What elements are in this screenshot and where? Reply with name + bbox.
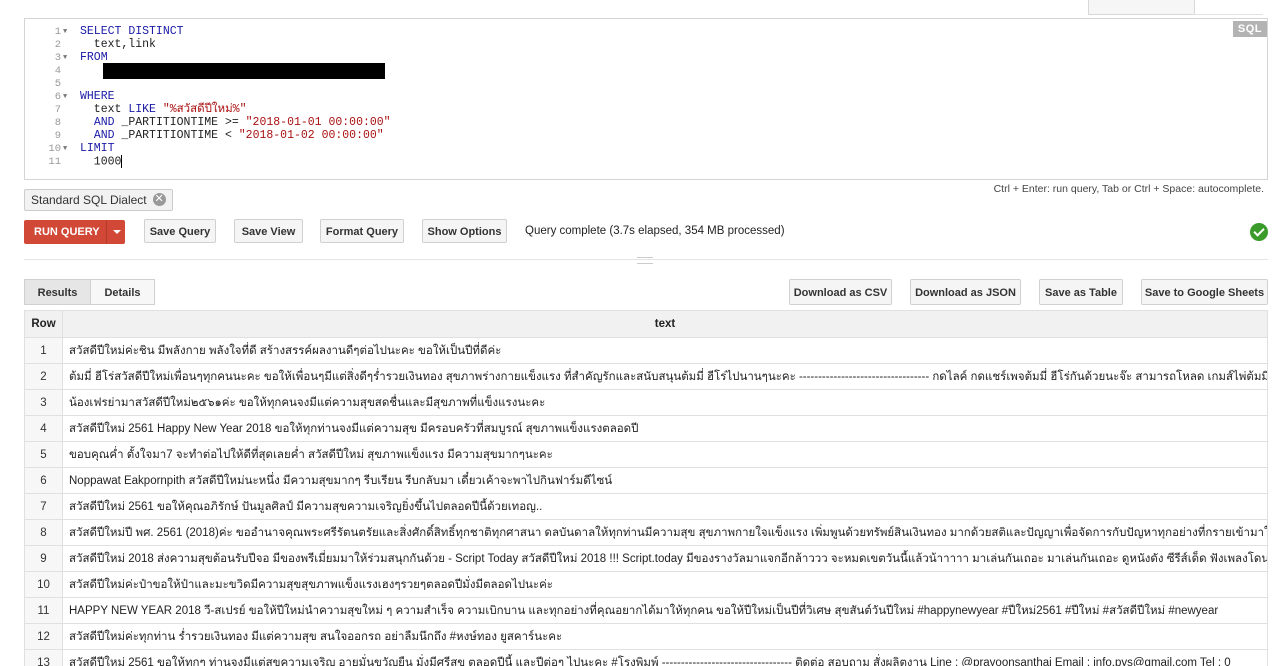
row-number: 9 [24,545,63,572]
table-row[interactable]: 5 ขอบคุณค่ำ ตั้งใจมา7 จะทำต่อไปให้ดีที่สุ… [24,441,1268,468]
table-header-row: Row text [24,310,1268,338]
run-query-button[interactable]: RUN QUERY [24,220,125,244]
sql-badge: SQL [1232,21,1267,37]
row-number: 2 [24,363,63,390]
line-number: 2 [54,39,61,51]
show-options-button[interactable]: Show Options [422,219,507,243]
format-query-button[interactable]: Format Query [320,219,404,243]
save-view-button[interactable]: Save View [234,219,303,243]
chevron-down-icon[interactable] [106,220,126,244]
code-text: LIMIT [80,142,115,155]
code-text: AND _PARTITIONTIME < "2018-01-02 00:00:0… [93,129,384,142]
row-number: 10 [24,571,63,598]
code-text: WHERE [80,90,115,103]
top-input-stub [1088,0,1195,15]
table-row[interactable]: 4 สวัสดีปีใหม่ 2561 Happy New Year 2018 ข… [24,415,1268,442]
dialect-chip-label: Standard SQL Dialect [31,193,147,207]
query-editor[interactable]: SQL 1 ▼ SELECT DISTINCT 2 text,link 3 ▼ FROM 4 5… [24,18,1268,180]
row-text: สวัสดีปีใหม่ 2561 ขอให้คุณอภิรักษ์ ปันมู… [62,493,1268,520]
line-number: 7 [54,104,61,116]
line-number: 3 [54,52,61,64]
fold-arrow-icon[interactable]: ▼ [63,25,67,39]
code-text [103,63,385,79]
header-row[interactable]: Row [24,310,63,338]
download-csv-button[interactable]: Download as CSV [789,279,892,305]
table-row[interactable]: 13 สวัสดีปีใหม่ 2561 ขอให้ทุกๆ ท่านจงมีแต… [24,649,1268,666]
row-number: 13 [24,649,63,666]
row-text: ต้มมี่ ฮีโร่สวัสดีปีใหม่เพื่อนๆทุกคนนะคะ… [62,363,1268,390]
row-text: Noppawat Eakpornpith สวัสดีปีใหม่นะหนึ่ง… [62,467,1268,494]
table-row[interactable]: 8 สวัสดีปีใหม่ปี พศ. 2561 (2018)ค่ะ ขออำน… [24,519,1268,546]
row-text: ขอบคุณค่ำ ตั้งใจมา7 จะทำต่อไปให้ดีที่สุด… [62,441,1268,468]
row-number: 11 [24,597,63,624]
line-number: 6 [54,91,61,103]
tab-details[interactable]: Details [90,279,155,305]
tab-results[interactable]: Results [24,279,91,305]
table-row[interactable]: 7 สวัสดีปีใหม่ 2561 ขอให้คุณอภิรักษ์ ปันม… [24,493,1268,520]
row-text: สวัสดีปีใหม่ 2018 ส่งความสุขต้อนรับปีจอ … [62,545,1268,572]
row-text: สวัสดีปีใหม่ค่ะป๋าขอให้ป๋าและมะขวิดมีควา… [62,571,1268,598]
download-json-button[interactable]: Download as JSON [910,279,1021,305]
results-table-container: Row text 1 สวัสดีปีใหม่ค่ะชิน มีพลังกาย พ… [24,310,1268,666]
keyboard-hint: Ctrl + Enter: run query, Tab or Ctrl + S… [993,183,1264,195]
fold-arrow-icon[interactable]: ▼ [63,142,67,156]
table-row[interactable]: 6 Noppawat Eakpornpith สวัสดีปีใหม่นะหนึ่… [24,467,1268,494]
row-number: 3 [24,389,63,416]
line-number: 10 [48,143,61,155]
row-number: 4 [24,415,63,442]
top-divider-stub [1193,0,1263,15]
save-as-table-button[interactable]: Save as Table [1039,279,1123,305]
line-number: 5 [54,78,61,90]
row-text: สวัสดีปีใหม่ 2561 Happy New Year 2018 ขอ… [62,415,1268,442]
table-row[interactable]: 1 สวัสดีปีใหม่ค่ะชิน มีพลังกาย พลังใจที่ด… [24,337,1268,364]
close-icon[interactable]: ✕ [152,193,166,207]
code-text: text,link [80,38,156,51]
row-text: สวัสดีปีใหม่ 2561 ขอให้ทุกๆ ท่านจงมีแต่ส… [62,649,1268,666]
code-text: text LIKE "%สวัสดีปีใหม่%" [80,103,247,116]
code-text: SELECT DISTINCT [80,25,184,38]
results-table: Row text 1 สวัสดีปีใหม่ค่ะชิน มีพลังกาย พ… [24,310,1268,666]
redacted-table-name [103,63,385,79]
save-query-button[interactable]: Save Query [144,219,216,243]
row-number: 8 [24,519,63,546]
row-number: 12 [24,623,63,650]
query-status: Query complete (3.7s elapsed, 354 MB pro… [525,225,785,237]
row-text: น้องเฟรย่ามาสวัสดีปีใหม่๒๕๖๑ค่ะ ขอให้ทุก… [62,389,1268,416]
line-number: 4 [54,65,61,77]
row-text: สวัสดีปีใหม่ค่ะทุกท่าน ร่ำรวยเงินทอง มีแ… [62,623,1268,650]
row-number: 1 [24,337,63,364]
table-row[interactable]: 10 สวัสดีปีใหม่ค่ะป๋าขอให้ป๋าและมะขวิดมีค… [24,571,1268,598]
table-row[interactable]: 9 สวัสดีปีใหม่ 2018 ส่งความสุขต้อนรับปีจอ… [24,545,1268,572]
save-to-sheets-button[interactable]: Save to Google Sheets [1141,279,1268,305]
dialect-chip: Standard SQL Dialect ✕ [24,189,173,211]
code-text: 1000 [80,155,123,169]
row-text: สวัสดีปีใหม่ค่ะชิน มีพลังกาย พลังใจที่ดี… [62,337,1268,364]
fold-arrow-icon[interactable]: ▼ [63,51,67,65]
line-number: 1 [54,26,61,38]
resize-handle[interactable] [637,257,653,264]
line-number: 11 [48,156,61,168]
row-number: 7 [24,493,63,520]
row-number: 6 [24,467,63,494]
text-cursor [121,155,123,168]
row-text: สวัสดีปีใหม่ปี พศ. 2561 (2018)ค่ะ ขออำนา… [62,519,1268,546]
code-text: AND _PARTITIONTIME >= "2018-01-01 00:00:… [93,116,391,129]
check-icon [1250,223,1268,241]
row-text: HAPPY NEW YEAR 2018 วี-สเปรย์ ขอให้ปีใหม… [62,597,1268,624]
row-number: 5 [24,441,63,468]
table-row[interactable]: 3 น้องเฟรย่ามาสวัสดีปีใหม่๒๕๖๑ค่ะ ขอให้ทุ… [24,389,1268,416]
table-row[interactable]: 11 HAPPY NEW YEAR 2018 วี-สเปรย์ ขอให้ปีใ… [24,597,1268,624]
table-row[interactable]: 12 สวัสดีปีใหม่ค่ะทุกท่าน ร่ำรวยเงินทอง ม… [24,623,1268,650]
table-row[interactable]: 2 ต้มมี่ ฮีโร่สวัสดีปีใหม่เพื่อนๆทุกคนนะค… [24,363,1268,390]
run-query-label: RUN QUERY [34,226,100,238]
header-text[interactable]: text [62,310,1268,338]
fold-arrow-icon[interactable]: ▼ [63,90,67,104]
line-number: 9 [54,130,61,142]
line-number: 8 [54,117,61,129]
